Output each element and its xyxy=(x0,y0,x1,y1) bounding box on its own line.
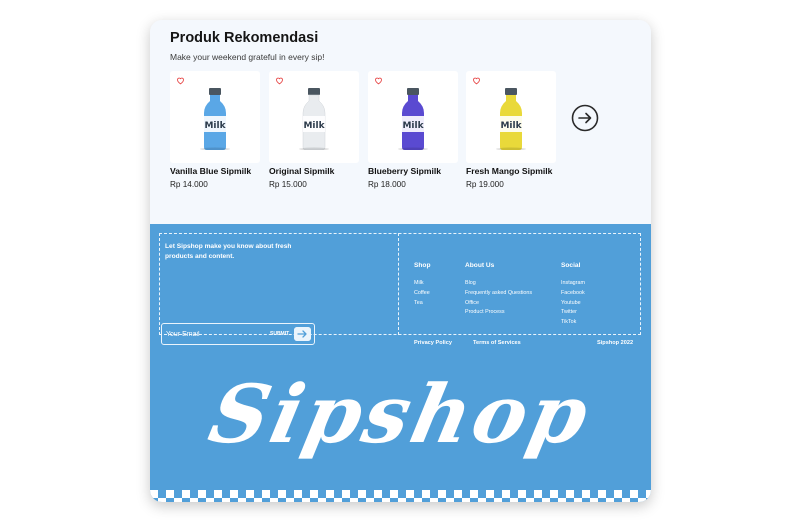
product-card[interactable]: Milk Original Sipmilk Rp 15.000 xyxy=(269,71,359,189)
product-price: Rp 18.000 xyxy=(368,180,406,189)
footer-link[interactable]: Milk xyxy=(414,279,430,289)
product-image-box[interactable]: Milk xyxy=(466,71,556,163)
brand-wordmark: Sipshop xyxy=(201,367,600,461)
milk-bottle-image: Milk xyxy=(299,88,329,150)
svg-text:Milk: Milk xyxy=(402,121,424,131)
footer-link[interactable]: Twitter xyxy=(561,308,585,318)
product-name[interactable]: Vanilla Blue Sipmilk xyxy=(170,166,260,176)
footer-link[interactable]: Product Process xyxy=(465,308,532,318)
submit-label[interactable]: SUBMIT xyxy=(270,331,289,337)
heart-icon[interactable] xyxy=(472,76,481,85)
footer-link[interactable]: Instagram xyxy=(561,279,585,289)
heart-icon[interactable] xyxy=(275,76,284,85)
checker-border xyxy=(150,490,651,502)
submit-arrow-icon[interactable] xyxy=(294,327,311,341)
newsletter-text: Let Sipshop make you know about fresh pr… xyxy=(165,243,292,260)
footer-heading-about: About Us xyxy=(465,262,495,269)
footer-link[interactable]: Office xyxy=(465,299,532,309)
product-image-box[interactable]: Milk xyxy=(368,71,458,163)
footer-links-social: Instagram Facebook Youtube Twitter TikTo… xyxy=(561,279,585,328)
footer-divider xyxy=(398,233,399,335)
footer-link[interactable]: Blog xyxy=(465,279,532,289)
heart-icon[interactable] xyxy=(374,76,383,85)
email-input[interactable] xyxy=(166,328,261,341)
product-price: Rp 19.000 xyxy=(466,180,504,189)
product-image-box[interactable]: Milk xyxy=(269,71,359,163)
svg-text:Milk: Milk xyxy=(303,121,325,131)
product-name[interactable]: Fresh Mango Sipmilk xyxy=(466,166,556,176)
svg-text:Milk: Milk xyxy=(500,121,522,131)
site-footer: Let Sipshop make you know about fresh pr… xyxy=(150,224,651,502)
terms-link[interactable]: Terms of Services xyxy=(473,340,521,346)
main-card: Produk Rekomendasi Make your weekend gra… xyxy=(150,20,651,502)
footer-link[interactable]: Frequently asked Questions xyxy=(465,289,532,299)
svg-text:Milk: Milk xyxy=(204,121,226,131)
footer-links-about: Blog Frequently asked Questions Office P… xyxy=(465,279,532,318)
recommendation-section: Produk Rekomendasi Make your weekend gra… xyxy=(150,20,651,224)
product-card[interactable]: Milk Vanilla Blue Sipmilk Rp 14.000 xyxy=(170,71,260,189)
section-title: Produk Rekomendasi xyxy=(170,30,319,46)
product-card[interactable]: Milk Fresh Mango Sipmilk Rp 19.000 xyxy=(466,71,556,189)
product-name[interactable]: Blueberry Sipmilk xyxy=(368,166,458,176)
footer-link[interactable]: TikTok xyxy=(561,318,585,328)
privacy-policy-link[interactable]: Privacy Policy xyxy=(414,340,452,346)
product-price: Rp 15.000 xyxy=(269,180,307,189)
product-image-box[interactable]: Milk xyxy=(170,71,260,163)
product-price: Rp 14.000 xyxy=(170,180,208,189)
section-subtitle: Make your weekend grateful in every sip! xyxy=(170,52,325,62)
milk-bottle-image: Milk xyxy=(200,88,230,150)
footer-link[interactable]: Tea xyxy=(414,299,430,309)
footer-link[interactable]: Coffee xyxy=(414,289,430,299)
copyright-text: Sipshop 2022 xyxy=(597,340,634,346)
heart-icon[interactable] xyxy=(176,76,185,85)
product-name[interactable]: Original Sipmilk xyxy=(269,166,359,176)
footer-links-shop: Milk Coffee Tea xyxy=(414,279,430,308)
product-card[interactable]: Milk Blueberry Sipmilk Rp 18.000 xyxy=(368,71,458,189)
milk-bottle-image: Milk xyxy=(398,88,428,150)
arrow-right-circle-icon[interactable] xyxy=(571,104,599,132)
footer-link[interactable]: Youtube xyxy=(561,299,585,309)
milk-bottle-image: Milk xyxy=(496,88,526,150)
footer-heading-shop: Shop xyxy=(414,262,431,269)
newsletter-form: SUBMIT xyxy=(161,323,315,345)
footer-heading-social: Social xyxy=(561,262,581,269)
footer-link[interactable]: Facebook xyxy=(561,289,585,299)
